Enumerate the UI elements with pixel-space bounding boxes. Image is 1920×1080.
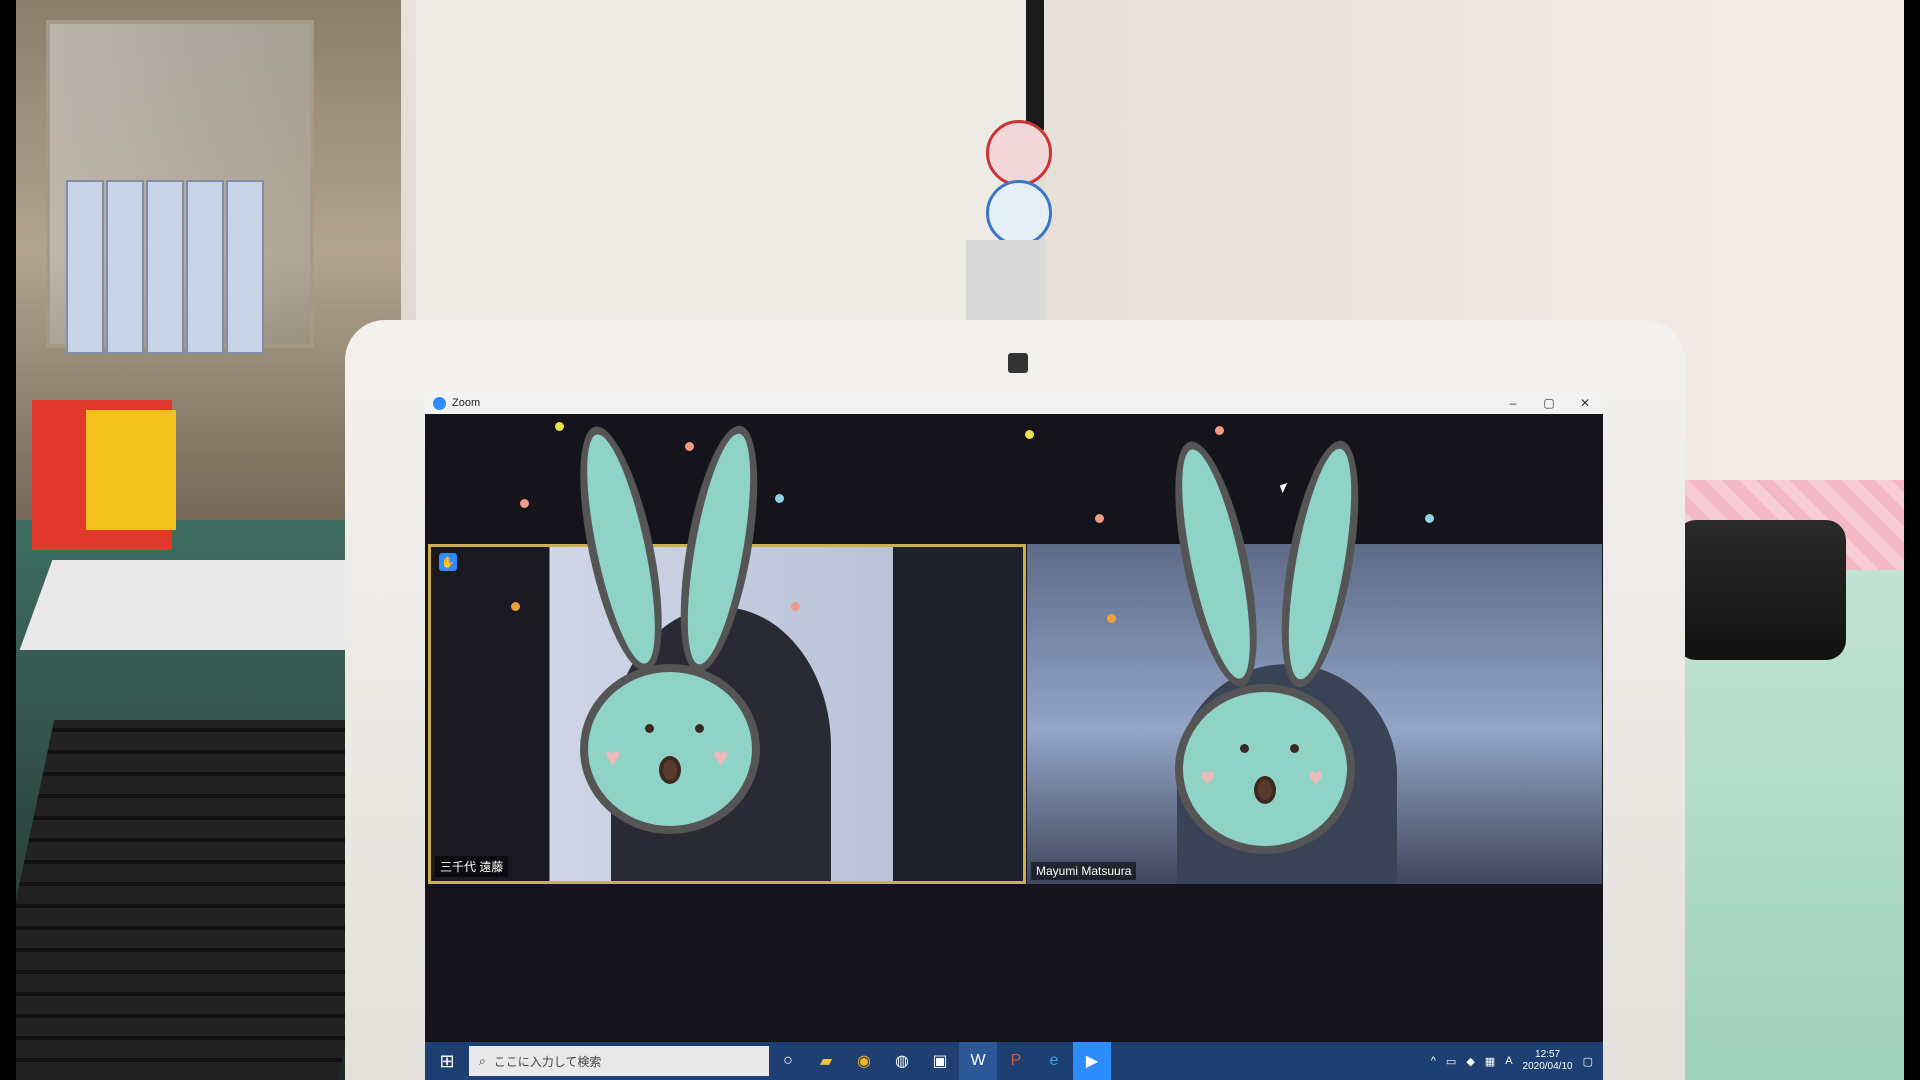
letterbox-left bbox=[0, 0, 16, 1080]
confetti bbox=[1107, 614, 1116, 623]
webcam bbox=[1008, 353, 1028, 373]
app-icon[interactable]: ◍ bbox=[883, 1042, 921, 1080]
chrome-icon[interactable]: ◉ bbox=[845, 1042, 883, 1080]
heart-icon: ♥ bbox=[605, 742, 621, 772]
bunny-ear bbox=[1266, 435, 1374, 693]
bunny-eye bbox=[1290, 744, 1299, 753]
participant-name: Mayumi Matsuura bbox=[1031, 862, 1137, 880]
system-tray: ^ ▭ ◆ ▦ A 12:57 2020/04/10 ▢ bbox=[1431, 1042, 1593, 1080]
bunny-filter: ♥ ♥ bbox=[563, 420, 775, 854]
binder bbox=[226, 180, 264, 354]
letterbox-right bbox=[1904, 0, 1920, 1080]
zoom-icon bbox=[433, 396, 446, 410]
confetti bbox=[555, 422, 564, 431]
keyboard-icon[interactable]: ▦ bbox=[1485, 1055, 1495, 1068]
bag bbox=[1676, 520, 1846, 660]
bunny-eye bbox=[645, 724, 654, 733]
store-icon[interactable]: ▣ bbox=[921, 1042, 959, 1080]
binder bbox=[106, 180, 144, 354]
toy-ball bbox=[986, 120, 1052, 186]
bunny-ear bbox=[563, 420, 679, 678]
toy-ball bbox=[986, 180, 1052, 246]
raise-hand-icon: ✋ bbox=[439, 553, 457, 571]
ime-indicator[interactable]: A bbox=[1505, 1055, 1512, 1067]
clock[interactable]: 12:57 2020/04/10 bbox=[1523, 1049, 1573, 1073]
toy-figure bbox=[966, 110, 1076, 320]
heart-icon: ♥ bbox=[1200, 762, 1216, 792]
confetti bbox=[1025, 430, 1034, 439]
windows-logo-icon[interactable]: ⊞ bbox=[425, 1042, 469, 1080]
search-icon: ⌕ bbox=[479, 1053, 486, 1068]
clock-time: 12:57 bbox=[1535, 1049, 1561, 1060]
confetti bbox=[775, 494, 784, 503]
meeting-gallery: ✋ 三千代 遠藤 Mayumi Matsuura ♥ ♥ ♥ ♥ bbox=[425, 414, 1603, 1042]
confetti bbox=[1215, 426, 1224, 435]
network-icon[interactable]: ▭ bbox=[1446, 1055, 1456, 1068]
search-placeholder: ここに入力して検索 bbox=[493, 1054, 602, 1069]
confetti bbox=[1425, 514, 1434, 523]
powerpoint-icon[interactable]: P bbox=[997, 1042, 1035, 1080]
zoom-titlebar[interactable]: Zoom – ▢ ✕ bbox=[425, 392, 1603, 414]
window-title: Zoom bbox=[452, 397, 481, 409]
zoom-icon[interactable]: ▶ bbox=[1073, 1042, 1111, 1080]
minimize-button[interactable]: – bbox=[1495, 392, 1531, 414]
confetti bbox=[520, 499, 529, 508]
binder bbox=[146, 180, 184, 354]
bunny-mouth bbox=[1254, 776, 1276, 804]
binder bbox=[66, 180, 104, 354]
word-icon[interactable]: W bbox=[959, 1042, 997, 1080]
heart-icon: ♥ bbox=[1308, 762, 1324, 792]
other-laptop bbox=[19, 560, 383, 650]
bunny-eye bbox=[695, 724, 704, 733]
confetti bbox=[511, 602, 520, 611]
confetti bbox=[1095, 514, 1104, 523]
binder bbox=[186, 180, 224, 354]
bunny-eye bbox=[1240, 744, 1249, 753]
edge-icon[interactable]: e bbox=[1035, 1042, 1073, 1080]
heart-icon: ♥ bbox=[713, 742, 729, 772]
close-button[interactable]: ✕ bbox=[1567, 392, 1603, 414]
chevron-up-icon[interactable]: ^ bbox=[1431, 1055, 1436, 1067]
book-yellow bbox=[86, 410, 176, 530]
bunny-filter: ♥ ♥ bbox=[1158, 435, 1374, 869]
cortana-circle-icon[interactable]: ○ bbox=[769, 1042, 807, 1080]
maximize-button[interactable]: ▢ bbox=[1531, 392, 1567, 414]
clock-date: 2020/04/10 bbox=[1522, 1061, 1573, 1072]
dropbox-icon[interactable]: ◆ bbox=[1466, 1055, 1474, 1068]
bunny-ear bbox=[665, 420, 773, 678]
bunny-mouth bbox=[659, 756, 681, 784]
folder-icon[interactable]: ▰ bbox=[807, 1042, 845, 1080]
search-input[interactable]: ⌕ ここに入力して検索 bbox=[469, 1046, 769, 1076]
bunny-ear bbox=[1158, 435, 1274, 693]
windows-taskbar: ⊞ ⌕ ここに入力して検索 ○ ▰ ◉ ◍ ▣ W P e ▶ ^ ▭ ◆ ▦ … bbox=[425, 1042, 1603, 1080]
confetti bbox=[791, 602, 800, 611]
notification-icon[interactable]: ▢ bbox=[1583, 1055, 1593, 1068]
toy-base bbox=[966, 240, 1046, 320]
participant-name: 三千代 遠藤 bbox=[435, 856, 509, 877]
doorway bbox=[416, 0, 1036, 330]
laptop-screen: Zoom – ▢ ✕ ✋ 三千代 遠藤 Mayumi Matsuura ♥ ♥ … bbox=[425, 392, 1603, 1080]
